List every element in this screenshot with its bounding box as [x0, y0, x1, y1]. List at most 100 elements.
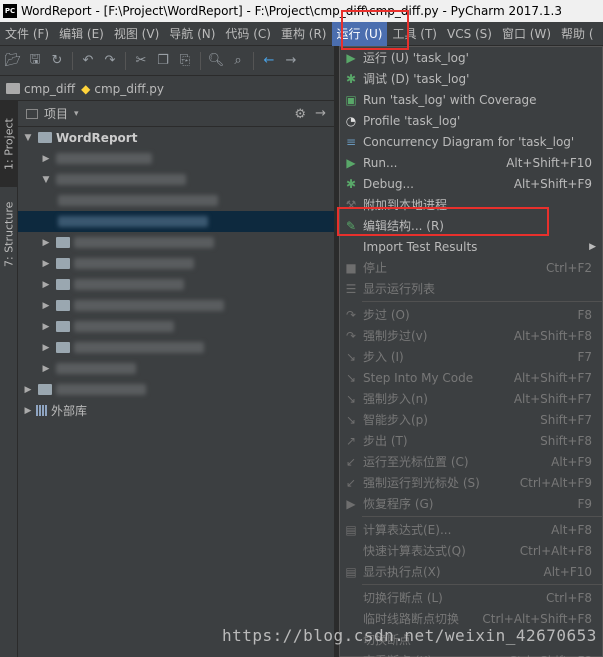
save-icon[interactable]: 🖫 [26, 52, 44, 70]
force-step-over-icon: ↷ [345, 328, 357, 343]
collapse-arrow-icon[interactable]: ▶ [22, 385, 34, 395]
blurred-item [58, 216, 208, 227]
cut-icon[interactable]: ✂ [132, 52, 150, 70]
run-menu-item-shortcut: F8 [577, 307, 592, 322]
run-menu-item-22[interactable]: ▶ 恢复程序 (G) F9 [340, 493, 602, 514]
collapse-arrow-icon[interactable]: ▶ [40, 280, 52, 290]
tree-item[interactable]: ▼ [18, 169, 334, 190]
tree-item[interactable]: ▶ [18, 358, 334, 379]
tab-project[interactable]: 1: Project [0, 101, 18, 187]
find-icon[interactable]: 🔍︎ [207, 52, 225, 70]
tree-item[interactable]: ▶ [18, 295, 334, 316]
folder-icon [56, 258, 70, 269]
back-icon[interactable]: ← [260, 52, 278, 70]
tree-item[interactable]: ▶ [18, 316, 334, 337]
run-menu-item-25[interactable]: 快速计算表达式(Q) Ctrl+Alt+F8 [340, 540, 602, 561]
sync-icon[interactable]: ↻ [48, 52, 66, 70]
expand-arrow-icon[interactable]: ▼ [22, 133, 34, 143]
expand-arrow-icon[interactable]: ▼ [40, 175, 52, 185]
run-menu-item-18[interactable]: ↘ 智能步入(p) Shift+F7 [340, 409, 602, 430]
menu-9[interactable]: 窗口 (W) [497, 22, 556, 46]
run-menu-item-2[interactable]: ▣ Run 'task_log' with Coverage [340, 89, 602, 110]
menu-2[interactable]: 视图 (V) [109, 22, 164, 46]
tree-item[interactable]: ▶ [18, 274, 334, 295]
coverage-icon: ▣ [345, 92, 357, 107]
run-menu-item-label: 快速计算表达式(Q) [363, 544, 466, 558]
undo-icon[interactable]: ↶ [79, 52, 97, 70]
breadcrumb-file[interactable]: ◆ cmp_diff.py [81, 82, 164, 96]
menu-8[interactable]: VCS (S) [442, 22, 497, 46]
run-menu-item-17[interactable]: ↘ 强制步入(n) Alt+Shift+F7 [340, 388, 602, 409]
tree-item-selected[interactable] [18, 211, 334, 232]
tree-item[interactable] [18, 190, 334, 211]
collapse-arrow-icon[interactable]: ▶ [40, 301, 52, 311]
run-menu-item-label: 强制步过(v) [363, 329, 428, 343]
run-menu-item-15[interactable]: ↘ 步入 (I) F7 [340, 346, 602, 367]
run-menu-item-4[interactable]: ≡ Concurrency Diagram for 'task_log' [340, 131, 602, 152]
collapse-arrow-icon[interactable]: ▶ [22, 406, 34, 416]
run-menu-item-label: Run 'task_log' with Coverage [363, 92, 537, 107]
run-menu-item-1[interactable]: ✱ 调试 (D) 'task_log' [340, 68, 602, 89]
tree-root[interactable]: ▼ WordReport [18, 127, 334, 148]
tree-external-libs[interactable]: ▶ 外部库 [18, 400, 334, 421]
collapse-arrow-icon[interactable]: ▶ [40, 259, 52, 269]
tree-item[interactable]: ▶ [18, 337, 334, 358]
collapse-arrow-icon[interactable]: ▶ [40, 154, 52, 164]
gear-icon[interactable]: ⚙ [294, 107, 306, 122]
run-menu-item-9[interactable]: Import Test Results ▶ [340, 236, 602, 257]
toolbar-divider [125, 51, 126, 70]
tree-item[interactable]: ▶ [18, 148, 334, 169]
collapse-arrow-icon[interactable]: ▶ [40, 364, 52, 374]
menu-1[interactable]: 编辑 (E) [54, 22, 109, 46]
run-menu-item-6[interactable]: ✱ Debug... Alt+Shift+F9 [340, 173, 602, 194]
hide-panel-icon[interactable]: → [315, 106, 326, 121]
run-menu-item-31[interactable]: ● 查看断点 (K)Ctrl+Shift+F8 [340, 650, 602, 657]
menu-10[interactable]: 帮助 ( [556, 22, 599, 46]
redo-icon[interactable]: ↷ [101, 52, 119, 70]
collapse-arrow-icon[interactable]: ▶ [40, 322, 52, 332]
open-folder-icon[interactable]: 📂︎ [4, 52, 22, 70]
collapse-arrow-icon[interactable]: ▶ [40, 343, 52, 353]
replace-icon[interactable]: ⌕ [229, 52, 247, 70]
run-menu-item-13[interactable]: ↷ 步过 (O) F8 [340, 304, 602, 325]
tree-item[interactable]: ▶ [18, 379, 334, 400]
blurred-item [58, 195, 218, 206]
run-menu-item-0[interactable]: ▶ 运行 (U) 'task_log' [340, 47, 602, 68]
evaluate-icon: ▤ [345, 522, 357, 537]
run-menu-item-5[interactable]: ▶ Run... Alt+Shift+F10 [340, 152, 602, 173]
run-menu-item-3[interactable]: ◔ Profile 'task_log' [340, 110, 602, 131]
paste-icon[interactable]: ⎘ [176, 52, 194, 70]
dropdown-arrow-icon[interactable]: ▾ [74, 109, 79, 119]
forward-icon[interactable]: → [282, 52, 300, 70]
run-menu-item-19[interactable]: ↗ 步出 (T) Shift+F8 [340, 430, 602, 451]
run-menu-item-24[interactable]: ▤ 计算表达式(E)... Alt+F8 [340, 519, 602, 540]
breadcrumb-folder[interactable]: cmp_diff [6, 82, 75, 96]
run-menu-item-28[interactable]: 切换行断点 (L) Ctrl+F8 [340, 587, 602, 608]
menu-4[interactable]: 代码 (C) [220, 22, 276, 46]
menu-0[interactable]: 文件 (F) [0, 22, 54, 46]
run-menu-item-21[interactable]: ↙ 强制运行到光标处 (S) Ctrl+Alt+F9 [340, 472, 602, 493]
run-menu-item-16[interactable]: ↘ Step Into My Code Alt+Shift+F7 [340, 367, 602, 388]
run-menu-item-10[interactable]: ■ 停止 Ctrl+F2 [340, 257, 602, 278]
main-toolbar: 📂︎ 🖫 ↻ ↶ ↷ ✂ ❐ ⎘ 🔍︎ ⌕ ← → [0, 46, 340, 76]
collapse-arrow-icon[interactable]: ▶ [40, 238, 52, 248]
menu-3[interactable]: 导航 (N) [164, 22, 220, 46]
tree-item[interactable]: ▶ [18, 253, 334, 274]
run-menu-item-shortcut: Ctrl+F2 [546, 260, 592, 275]
breadcrumb: cmp_diff ◆ cmp_diff.py [0, 77, 340, 101]
tree-item[interactable]: ▶ [18, 232, 334, 253]
folder-icon [56, 237, 70, 248]
run-menu-item-14[interactable]: ↷ 强制步过(v) Alt+Shift+F8 [340, 325, 602, 346]
run-menu-item-11[interactable]: ☰ 显示运行列表 [340, 278, 602, 299]
run-menu-item-shortcut: F7 [577, 349, 592, 364]
run-menu-item-26[interactable]: ▤ 显示执行点(X) Alt+F10 [340, 561, 602, 582]
tab-structure[interactable]: 7: Structure [0, 191, 18, 277]
project-panel-title[interactable]: 项目 [44, 105, 68, 122]
folder-icon [56, 321, 70, 332]
copy-icon[interactable]: ❐ [154, 52, 172, 70]
run-menu-item-label: Import Test Results [363, 239, 478, 254]
run-menu-item-20[interactable]: ↙ 运行至光标位置 (C) Alt+F9 [340, 451, 602, 472]
blurred-item [74, 237, 214, 248]
project-view-icon [26, 108, 38, 119]
menu-5[interactable]: 重构 (R) [276, 22, 332, 46]
